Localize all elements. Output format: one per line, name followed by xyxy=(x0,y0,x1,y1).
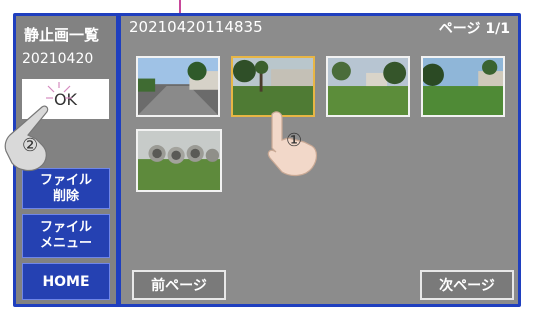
lawn-photo-image xyxy=(423,58,503,115)
photo-thumbnail[interactable] xyxy=(326,56,410,117)
sidebar-date: 20210420 xyxy=(22,51,94,67)
street-photo-image xyxy=(138,58,218,115)
photo-timestamp: 20210420114835 xyxy=(129,18,263,36)
delete-file-label-line2: 削除 xyxy=(52,188,79,204)
file-menu-label-line2: メニュー xyxy=(39,236,92,251)
photo-thumbnail[interactable] xyxy=(136,129,222,192)
next-page-label: 次ページ xyxy=(439,278,495,294)
park-photo-image xyxy=(233,58,313,115)
prev-page-button[interactable]: 前ページ xyxy=(132,270,226,300)
file-menu-label-line1: ファイル xyxy=(39,220,92,235)
file-menu-button[interactable]: ファイル メニュー xyxy=(22,214,110,258)
tap-sparkle-icon xyxy=(46,82,72,99)
home-button[interactable]: HOME xyxy=(22,263,110,300)
photo-thumbnail[interactable] xyxy=(136,56,220,117)
pipes-photo-image xyxy=(138,131,220,190)
tap-hand-1-icon: ① xyxy=(262,110,322,180)
next-page-button[interactable]: 次ページ xyxy=(420,270,514,300)
step-1-label: ① xyxy=(286,130,303,151)
prev-page-label: 前ページ xyxy=(151,278,207,294)
field-photo-image xyxy=(328,58,408,115)
home-button-label: HOME xyxy=(42,273,90,290)
photo-thumbnail-selected[interactable] xyxy=(231,56,315,117)
sidebar-title: 静止画一覧 xyxy=(24,26,100,44)
page-indicator: ページ 1/1 xyxy=(438,21,510,37)
photo-thumbnail[interactable] xyxy=(421,56,505,117)
step-2-label: ② xyxy=(22,135,39,156)
tap-hand-2-icon: ② xyxy=(2,105,58,175)
